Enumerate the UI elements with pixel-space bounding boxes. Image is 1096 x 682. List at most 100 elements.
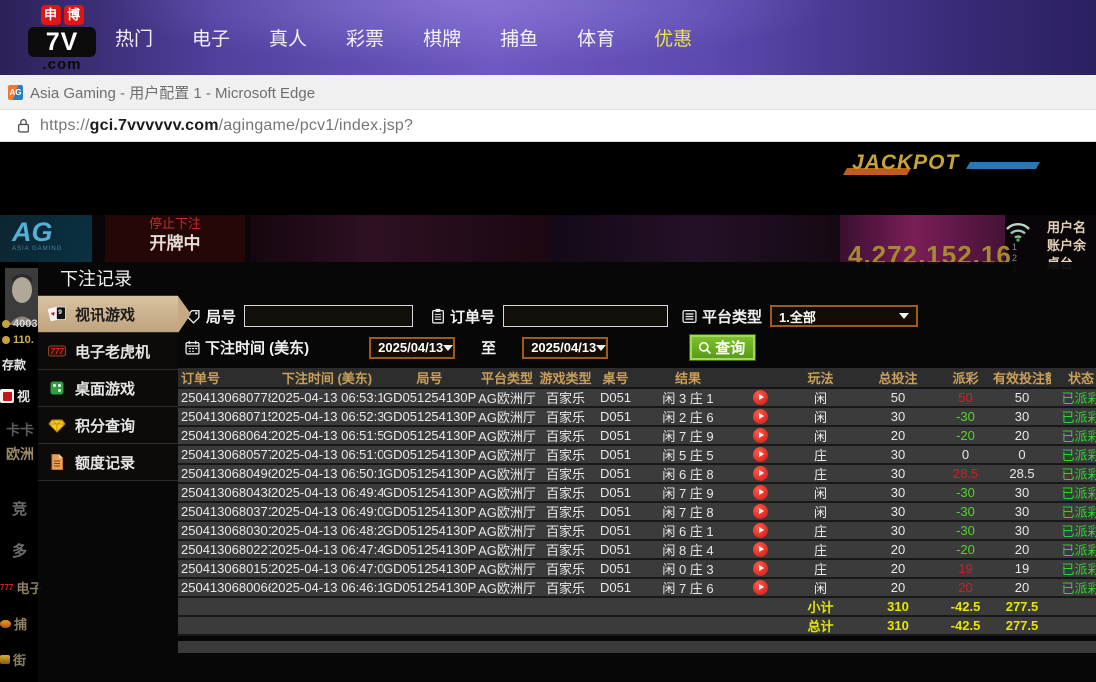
- order-label: 订单号: [450, 308, 496, 326]
- cell-video: [738, 542, 783, 557]
- column-header: 结果: [674, 371, 701, 386]
- menu-item-live[interactable]: 真人: [269, 24, 307, 51]
- video-play-button[interactable]: [753, 504, 768, 519]
- cell-table: D051: [599, 523, 632, 538]
- cell-game: 百家乐: [545, 524, 585, 539]
- svg-text:9: 9: [58, 309, 62, 316]
- sidebar-item-3[interactable]: 积分查询: [38, 407, 178, 444]
- cell-bet: 30: [890, 447, 906, 462]
- menu-item-promo[interactable]: 优惠: [654, 24, 692, 51]
- site-logo[interactable]: 申 博 7V .com: [28, 5, 96, 72]
- table-row: 2504130680778782025-04-13 06:53:10GD0512…: [178, 389, 1096, 408]
- video-play-button[interactable]: [753, 542, 768, 557]
- query-button[interactable]: 查询: [690, 335, 756, 360]
- cell-platform: AG欧洲厅: [478, 429, 536, 444]
- cell-order: 250413068006699: [181, 580, 271, 595]
- url-scheme: https://: [40, 116, 90, 134]
- table-row: 2504130680151022025-04-13 06:47:02GD0512…: [178, 560, 1096, 579]
- cell-order: 250413068037199: [181, 504, 271, 519]
- url-text: https://gci.7vvvvvv.com/agingame/pcv1/in…: [40, 117, 413, 135]
- ag-logo-subtext: ASIA GAMING: [12, 246, 63, 252]
- subtotal-row-cell: 310: [887, 599, 909, 614]
- to-label: 至: [481, 340, 497, 357]
- cell-video: [738, 428, 783, 443]
- cell-play: 庄: [813, 543, 827, 558]
- chevron-down-icon: [899, 313, 910, 319]
- cell-result: 闲 6 庄 1: [662, 524, 714, 539]
- column-header: 状态: [1067, 371, 1094, 386]
- cell-play: 庄: [813, 562, 827, 577]
- menu-item-lottery[interactable]: 彩票: [346, 24, 384, 51]
- cell-time: 2025-04-13 06:46:19: [271, 580, 383, 595]
- cell-platform: AG欧洲厅: [478, 486, 536, 501]
- cell-platform: AG欧洲厅: [478, 505, 536, 520]
- cell-status: 已派彩: [1061, 581, 1096, 596]
- table-footer-band: [178, 641, 1096, 653]
- cell-round: GD051254130PK: [383, 447, 476, 462]
- video-play-button[interactable]: [753, 485, 768, 500]
- menu-item-slots[interactable]: 电子: [192, 24, 230, 51]
- cell-status: 已派彩: [1061, 486, 1096, 501]
- cards-icon: [0, 388, 14, 403]
- cell-table: D051: [599, 466, 632, 481]
- date-to-picker[interactable]: 2025/04/13: [522, 336, 609, 359]
- cell-time: 2025-04-13 06:51:50: [271, 428, 383, 443]
- sidebar-item-4[interactable]: 额度记录: [38, 444, 178, 481]
- cell-video: [738, 409, 783, 424]
- total-row-cell: 总计: [807, 619, 834, 634]
- ag-logo: AG ASIA GAMING: [0, 215, 92, 262]
- screen: 申 博 7V .com 热门 电子 真人 彩票 棋牌 捕鱼 体育 优惠 AG Asia Gam…: [0, 0, 1096, 682]
- total-row-cell: 277.5: [1005, 618, 1039, 633]
- video-play-button[interactable]: [753, 466, 768, 481]
- video-play-button[interactable]: [753, 447, 768, 462]
- background-fragment: 捕: [0, 614, 27, 633]
- cell-payout: -20: [956, 428, 975, 443]
- fish-icon: [0, 619, 11, 628]
- arc-icon: [0, 655, 10, 664]
- video-play-button[interactable]: [753, 580, 768, 595]
- sidebar-item-1[interactable]: 777 电子老虎机: [38, 333, 178, 370]
- address-bar[interactable]: https://gci.7vvvvvv.com/agingame/pcv1/in…: [0, 110, 1096, 142]
- date-from-picker[interactable]: 2025/04/13: [369, 336, 456, 359]
- cell-table: D051: [599, 409, 632, 424]
- background-fragment: 存款: [2, 358, 27, 372]
- cell-result: 闲 0 庄 3: [662, 562, 714, 577]
- cell-bet: 30: [890, 409, 906, 424]
- round-number-input[interactable]: [244, 305, 414, 327]
- calendar-icon: [185, 340, 200, 355]
- cell-platform: AG欧洲厅: [478, 543, 536, 558]
- video-play-button[interactable]: [753, 428, 768, 443]
- table-row: 2504130680438472025-04-13 06:49:44GD0512…: [178, 484, 1096, 503]
- cell-round: GD051254130PF: [383, 542, 476, 557]
- bet-time-label: 下注时间 (美东): [205, 340, 310, 357]
- cell-status: 已派彩: [1061, 429, 1096, 444]
- column-header: 有效投注额: [993, 371, 1051, 386]
- column-header: 平台类型: [480, 371, 533, 386]
- cell-table: D051: [599, 447, 632, 462]
- cell-table: D051: [599, 390, 632, 405]
- sidebar-item-0[interactable]: ♥ 9 视讯游戏: [38, 296, 191, 333]
- cell-valid: 30: [1014, 504, 1030, 519]
- sidebar-item-label: 桌面游戏: [75, 380, 136, 398]
- filter-row-1: 局号 订单号 平台类型 1.全部: [185, 304, 1096, 328]
- video-play-button[interactable]: [753, 390, 768, 405]
- menu-item-fishing[interactable]: 捕鱼: [500, 24, 538, 51]
- chevron-down-icon: [443, 344, 454, 351]
- cell-status: 已派彩: [1061, 410, 1096, 425]
- menu-item-hot[interactable]: 热门: [115, 24, 153, 51]
- cell-valid: 50: [1014, 390, 1030, 405]
- menu-item-sports[interactable]: 体育: [577, 24, 615, 51]
- sidebar-item-2[interactable]: 桌面游戏: [38, 370, 178, 407]
- document-icon: [47, 452, 67, 472]
- platform-type-select[interactable]: 1.全部: [770, 305, 919, 327]
- logo-main: 7V: [28, 27, 96, 57]
- column-header: 局号: [416, 371, 443, 386]
- cell-status: 已派彩: [1061, 467, 1096, 482]
- video-play-button[interactable]: [753, 409, 768, 424]
- menu-item-board[interactable]: 棋牌: [423, 24, 461, 51]
- video-play-button[interactable]: [753, 561, 768, 576]
- video-play-button[interactable]: [753, 523, 768, 538]
- background-fragment: 777 电子: [0, 581, 43, 596]
- order-number-input[interactable]: [503, 305, 669, 327]
- cell-round: GD051254130PG: [383, 523, 476, 538]
